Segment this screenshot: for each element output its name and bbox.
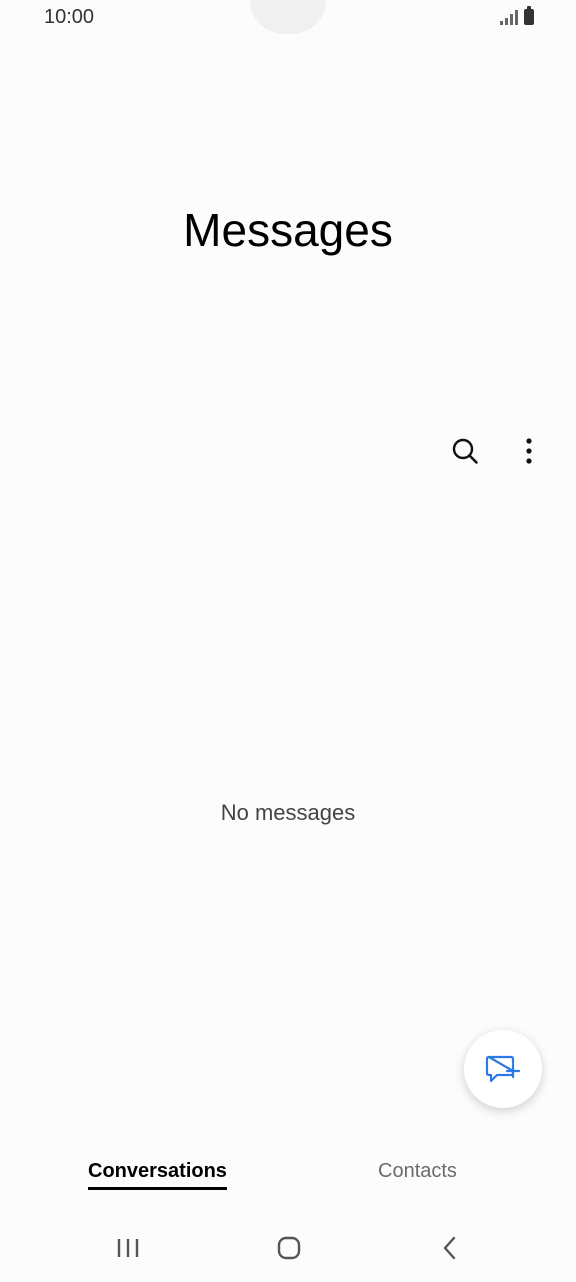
new-message-button[interactable] xyxy=(464,1030,542,1108)
status-icons xyxy=(500,6,534,25)
messages-screen: 10:00 Messages No messages Conversations… xyxy=(0,0,576,1282)
recent-apps-button[interactable] xyxy=(105,1225,151,1271)
camera-notch xyxy=(250,0,326,34)
back-icon xyxy=(443,1236,456,1260)
status-time: 10:00 xyxy=(44,6,95,28)
more-options-icon xyxy=(526,438,532,464)
navigation-bar xyxy=(0,1225,576,1271)
recent-apps-icon xyxy=(117,1239,139,1257)
signal-icon xyxy=(500,9,518,25)
search-button[interactable] xyxy=(444,430,486,472)
back-button[interactable] xyxy=(427,1225,473,1271)
page-title: Messages xyxy=(183,204,393,256)
status-bar: 10:00 xyxy=(0,0,576,40)
empty-state-text: No messages xyxy=(220,800,356,825)
home-button[interactable] xyxy=(266,1225,312,1271)
tab-contacts[interactable]: Contacts xyxy=(378,1160,457,1183)
battery-icon xyxy=(524,6,534,25)
tab-conversations[interactable]: Conversations xyxy=(88,1160,227,1190)
bottom-tabs: Conversations Contacts xyxy=(0,1150,576,1200)
toolbar xyxy=(444,430,550,472)
home-icon xyxy=(277,1236,301,1260)
compose-message-icon xyxy=(485,1055,521,1083)
search-icon xyxy=(452,438,478,464)
more-options-button[interactable] xyxy=(508,430,550,472)
